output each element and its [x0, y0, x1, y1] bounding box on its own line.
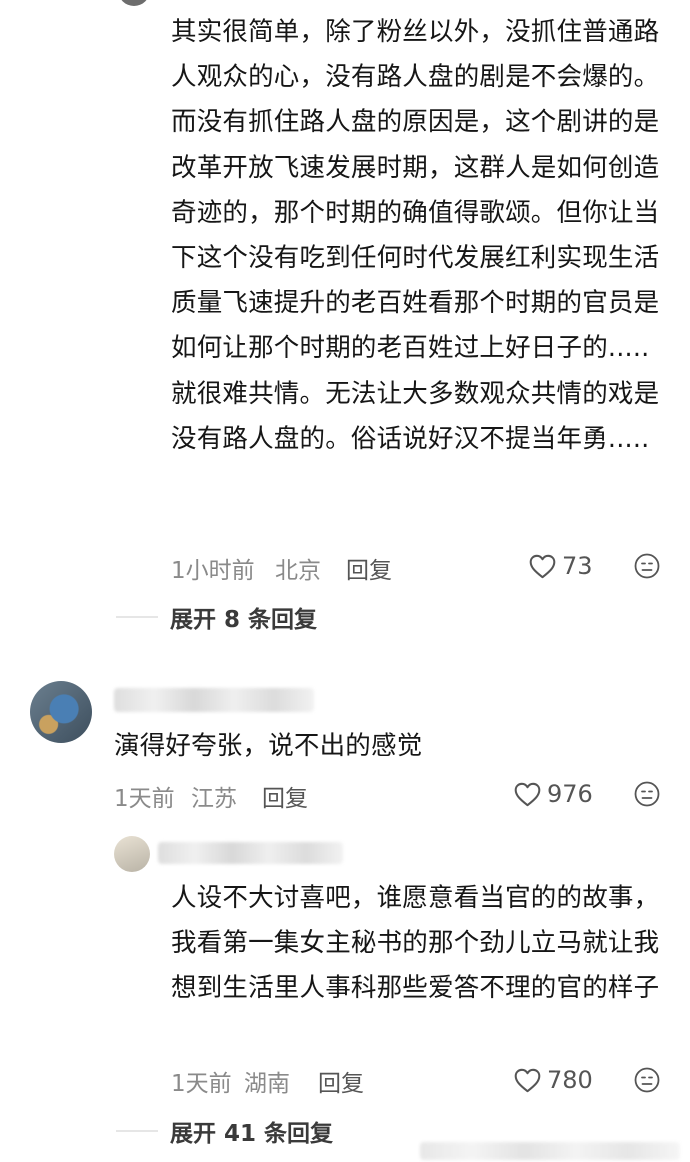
comment-text: 其实很简单，除了粉丝以外，没抓住普通路人观众的心，没有路人盘的剧是不会爆的。而没… — [171, 17, 660, 454]
heart-outline-icon — [529, 554, 556, 578]
avatar[interactable] — [114, 836, 150, 872]
like-button[interactable]: 780 — [514, 1066, 593, 1094]
reply-button[interactable]: 回复 — [346, 551, 392, 585]
comment-text: 演得好夸张，说不出的感觉 — [114, 731, 423, 761]
comment-location: 北京 — [275, 558, 321, 584]
username-blurred[interactable] — [114, 688, 314, 712]
avatar-partial[interactable] — [118, 0, 150, 6]
username-blurred[interactable] — [158, 842, 343, 864]
like-count: 976 — [547, 780, 593, 808]
neutral-face-icon — [634, 781, 660, 807]
comment-location: 湖南 — [244, 1071, 290, 1097]
like-count: 780 — [547, 1066, 593, 1094]
expand-replies[interactable]: 展开 8 条回复 — [116, 600, 317, 634]
reply-button[interactable]: 回复 — [262, 779, 308, 813]
dislike-button[interactable] — [634, 1067, 660, 1097]
heart-outline-icon — [514, 782, 541, 806]
expand-replies[interactable]: 展开 41 条回复 — [116, 1114, 333, 1148]
expand-replies-label: 展开 8 条回复 — [170, 607, 318, 633]
reply-button[interactable]: 回复 — [318, 1064, 364, 1098]
like-button[interactable]: 976 — [514, 780, 593, 808]
divider-line — [116, 616, 158, 618]
like-button[interactable]: 73 — [529, 552, 593, 580]
expand-replies-label: 展开 41 条回复 — [170, 1121, 334, 1147]
dislike-button[interactable] — [634, 781, 660, 811]
neutral-face-icon — [634, 553, 660, 579]
comment-text: 人设不大讨喜吧，谁愿意看当官的的故事，我看第一集女主秘书的那个劲儿立马就让我想到… — [171, 883, 660, 1004]
watermark-blurred — [420, 1142, 680, 1160]
comment-time: 1天前 — [171, 1071, 232, 1097]
divider-line — [116, 1130, 158, 1132]
comment-time: 1天前 — [114, 786, 175, 812]
comment-location: 江苏 — [191, 786, 237, 812]
heart-outline-icon — [514, 1068, 541, 1092]
neutral-face-icon — [634, 1067, 660, 1093]
comment-time: 1小时前 — [171, 558, 255, 584]
avatar[interactable] — [30, 681, 92, 743]
dislike-button[interactable] — [634, 553, 660, 583]
like-count: 73 — [562, 552, 593, 580]
